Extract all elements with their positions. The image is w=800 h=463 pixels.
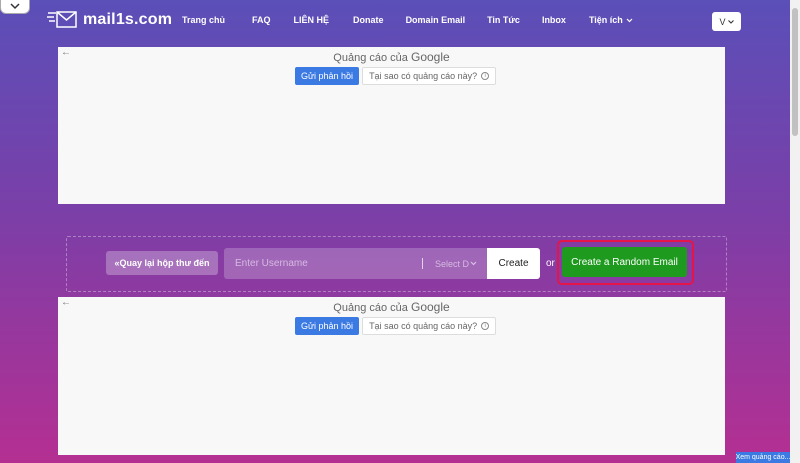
nav-item-contact[interactable]: LIÊN HỆ <box>294 15 330 25</box>
info-icon: i <box>481 72 490 80</box>
username-input[interactable] <box>224 248 414 279</box>
or-label: or <box>546 258 555 269</box>
ad-actions: Gửi phản hồi Tại sao có quảng cáo này? i <box>295 317 497 335</box>
ad-title-text: Quảng cáo của <box>333 52 408 64</box>
envelope-logo-icon <box>47 11 77 28</box>
send-feedback-button[interactable]: Gửi phản hồi <box>295 317 360 335</box>
chevron-down-icon <box>470 261 477 266</box>
scrollbar[interactable] <box>790 0 800 463</box>
nav-item-news[interactable]: Tin Tức <box>487 15 520 25</box>
ad-brand: Google <box>410 300 450 314</box>
info-icon: i <box>481 322 490 330</box>
nav-item-utilities-label: Tiện ích <box>588 15 623 25</box>
language-value: V <box>719 16 726 27</box>
username-group: Select D <box>224 248 487 279</box>
ad-title-text: Quảng cáo của <box>333 302 408 314</box>
nav-item-utilities[interactable]: Tiện ích <box>589 15 633 25</box>
language-select[interactable]: V <box>712 12 741 31</box>
scrollbar-thumb[interactable] <box>792 8 798 136</box>
domain-select-value: Select D <box>435 258 470 269</box>
input-divider <box>422 258 423 269</box>
chevron-down-icon <box>626 18 633 22</box>
nav-links: Trang chủ FAQ LIÊN HỆ Donate Domain Emai… <box>182 15 633 25</box>
back-to-inbox-button[interactable]: «Quay lại hộp thư đến <box>106 251 218 275</box>
nav-item-faq[interactable]: FAQ <box>252 15 271 25</box>
nav-item-inbox[interactable]: Inbox <box>542 15 566 25</box>
ad-brand: Google <box>410 50 450 64</box>
site-logo[interactable]: mail1s.com <box>46 10 172 30</box>
nav-item-domain-email[interactable]: Domain Email <box>406 15 466 25</box>
top-navbar: mail1s.com Trang chủ FAQ LIÊN HỆ Donate … <box>0 0 790 42</box>
send-feedback-button[interactable]: Gửi phản hồi <box>295 67 360 85</box>
why-this-ad-label: Tại sao có quảng cáo này? <box>369 321 478 331</box>
create-random-email-button[interactable]: Create a Random Email <box>562 247 687 277</box>
site-name: mail1s.com <box>83 11 173 28</box>
chevron-down-icon <box>727 19 734 24</box>
create-button[interactable]: Create <box>487 248 540 279</box>
why-this-ad-button[interactable]: Tại sao có quảng cáo này? i <box>362 67 497 85</box>
view-ads-link[interactable]: Xem quảng cáo... <box>736 452 790 463</box>
ad-title: Quảng cáo của Google <box>58 50 725 64</box>
ad-actions: Gửi phản hồi Tại sao có quảng cáo này? i <box>295 67 497 85</box>
ad-banner-bottom: ← Quảng cáo của Google Gửi phản hồi Tại … <box>58 297 725 455</box>
nav-item-donate[interactable]: Donate <box>353 15 384 25</box>
domain-select[interactable]: Select D <box>435 259 477 269</box>
why-this-ad-label: Tại sao có quảng cáo này? <box>369 71 478 81</box>
why-this-ad-button[interactable]: Tại sao có quảng cáo này? i <box>362 317 497 335</box>
ad-title: Quảng cáo của Google <box>58 300 725 314</box>
nav-item-home[interactable]: Trang chủ <box>182 15 225 25</box>
ad-banner-top: ← Quảng cáo của Google Gửi phản hồi Tại … <box>58 47 725 204</box>
